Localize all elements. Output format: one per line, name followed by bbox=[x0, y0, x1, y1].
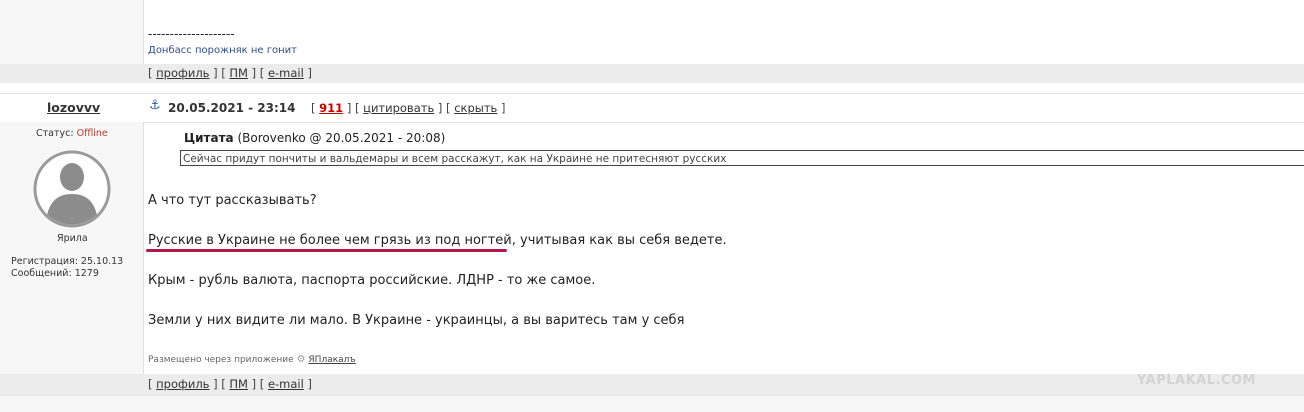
pm-link[interactable]: ПМ bbox=[229, 66, 248, 80]
quote-box: Сейчас придут пончиты и вальдемары и все… bbox=[180, 150, 1304, 166]
post-paragraph-4: Земли у них видите ли мало. В Украине - … bbox=[148, 313, 685, 328]
post-date: 20.05.2021 - 23:14 bbox=[168, 101, 296, 115]
app-link[interactable]: ЯПлакалъ bbox=[308, 355, 355, 365]
post-paragraph-2: Русские в Украине не более чем грязь из … bbox=[148, 233, 727, 248]
email-link[interactable]: e-mail bbox=[268, 377, 304, 391]
profile-link[interactable]: профиль bbox=[156, 66, 209, 80]
red-underline-mark bbox=[146, 249, 507, 252]
quote-header: Цитата (Borovenko @ 20.05.2021 - 20:08) bbox=[184, 131, 445, 145]
anchor-icon[interactable]: ⚓ bbox=[149, 98, 161, 113]
post-link-bar: [ профиль ] [ ПМ ] [ e-mail ] bbox=[0, 374, 1304, 395]
app-note: Размещено через приложение ⚙ ЯПлакалъ bbox=[148, 354, 356, 365]
top-post-link-bar: [ профиль ] [ ПМ ] [ e-mail ] bbox=[0, 64, 1304, 83]
post-paragraph-1: А что тут рассказывать? bbox=[148, 193, 317, 208]
column-divider bbox=[143, 122, 144, 374]
signature-text: Донбасс порожняк не гонит bbox=[148, 45, 297, 56]
highlighted-text: Русские в Украине не более чем грязь из … bbox=[148, 233, 512, 248]
signature-divider: -------------------- bbox=[148, 27, 235, 41]
android-icon: ⚙ bbox=[296, 354, 306, 365]
user-stats: Регистрация: 25.10.13 Сообщений: 1279 bbox=[11, 256, 123, 280]
pm-link[interactable]: ПМ bbox=[229, 377, 248, 391]
quote-meta: (Borovenko @ 20.05.2021 - 20:08) bbox=[237, 131, 446, 145]
email-link[interactable]: e-mail bbox=[268, 66, 304, 80]
quote-link[interactable]: цитировать bbox=[363, 101, 434, 115]
message-count: Сообщений: 1279 bbox=[11, 268, 99, 279]
next-post-strip bbox=[0, 395, 1304, 412]
status-offline: Offline bbox=[76, 128, 108, 139]
column-divider bbox=[143, 0, 144, 64]
user-avatar-icon[interactable] bbox=[33, 150, 111, 228]
hide-link[interactable]: скрыть bbox=[454, 101, 497, 115]
user-rank: Ярила bbox=[57, 233, 88, 244]
site-watermark: YAPLAKAL.COM bbox=[1137, 373, 1256, 388]
post-author-username[interactable]: lozovvv bbox=[47, 100, 100, 115]
quote-label: Цитата bbox=[184, 131, 234, 145]
registration-date: Регистрация: 25.10.13 bbox=[11, 256, 124, 267]
profile-link[interactable]: профиль bbox=[156, 377, 209, 391]
post-rating-link[interactable]: 911 bbox=[319, 101, 343, 115]
post-paragraph-3: Крым - рубль валюта, паспорта российские… bbox=[148, 273, 596, 288]
post-header: lozovvv ⚓ 20.05.2021 - 23:14 [ 911 ] [ ц… bbox=[0, 93, 1304, 123]
top-post-links: [ профиль ] [ ПМ ] [ e-mail ] bbox=[148, 66, 312, 80]
post-actions: [ 911 ] [ цитировать ] [ скрыть ] bbox=[311, 101, 506, 115]
user-status: Статус: Offline bbox=[36, 128, 108, 139]
top-post-left-column bbox=[0, 0, 143, 64]
post-links: [ профиль ] [ ПМ ] [ e-mail ] bbox=[148, 377, 312, 391]
